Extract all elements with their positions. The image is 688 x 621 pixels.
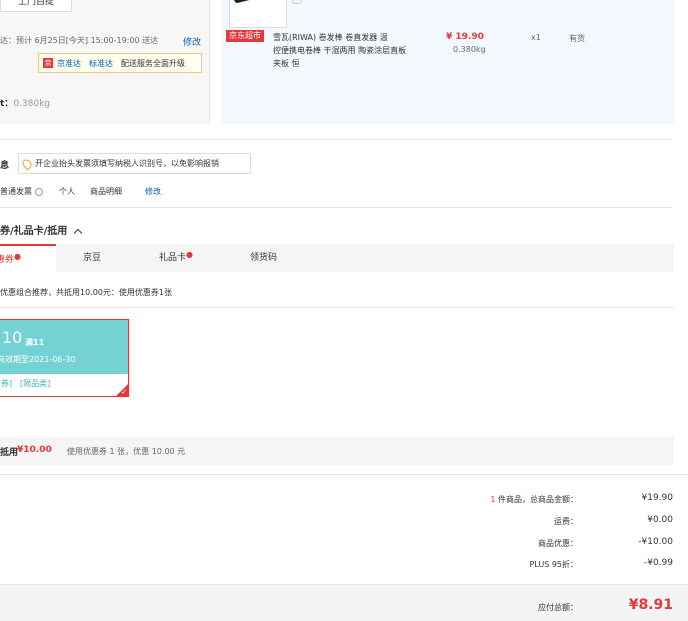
invoice-section-label: 息: [0, 161, 10, 171]
invoice-type-text: 普通发票: [0, 187, 32, 196]
tab-giftcard-label: 礼品卡: [159, 253, 187, 263]
item-count-text: 件商品，总商品金额：: [498, 495, 578, 504]
order-totals: 1 件商品，总商品金额： ¥19.90 运费： ¥0.00 商品优惠： -¥10…: [0, 474, 688, 582]
modify-delivery-link[interactable]: 修改: [183, 35, 201, 48]
freight-label: 运费：: [554, 517, 578, 526]
location-pin-icon: [20, 157, 34, 170]
tab-giftcard-dot: ●: [186, 250, 193, 259]
product-weight: 0.380kg: [453, 45, 486, 54]
item-count: 1 件商品，总商品金额：: [490, 494, 578, 505]
divider: [0, 139, 672, 140]
coupon-condition: 满11: [25, 338, 45, 347]
summary-amount: ¥10.00: [17, 445, 52, 455]
product-price: ¥ 19.90: [446, 32, 484, 42]
tab-coupons[interactable]: 惠券●: [0, 244, 56, 272]
goods-total: ¥19.90: [641, 493, 674, 503]
item-count-num: 1: [490, 495, 496, 504]
weight-label: t：: [0, 99, 14, 109]
total-weight: t：0.380kg: [0, 96, 50, 109]
product-name[interactable]: 雪瓦(RIWA) 卷发棒 卷直发器 温 控便携电卷棒 干湿两用 陶瓷涂层直板夹板…: [273, 31, 413, 70]
invoice-person: 个人: [59, 187, 75, 196]
invoice-tip-text: 开企业抬头发票须填写纳税人识别号，以免影响报销: [35, 159, 219, 168]
tab-pickup-code[interactable]: 领货码: [250, 244, 277, 272]
check-icon: ✓: [121, 388, 127, 396]
jzd-logo-icon: 京: [43, 58, 53, 68]
tab-coupons-dot: ●: [14, 252, 21, 261]
payable-bar: 应付总额： ¥8.91: [0, 584, 688, 621]
coupon-category: [限品类]: [20, 379, 51, 388]
tab-coupons-label: 惠券: [0, 255, 15, 265]
coupon-summary-bar: 抵用 ¥10.00 使用优惠券 1 张，优惠 10.00 元: [0, 437, 674, 465]
payable-amount: ¥8.91: [628, 597, 673, 613]
tab-giftcard[interactable]: 礼品卡●: [159, 244, 193, 272]
product-thumbnail[interactable]: [229, 0, 287, 28]
tab-pickup-code-label: 领货码: [250, 253, 278, 263]
coupon-tabs: 惠券● 京豆 礼品卡● 领货码: [0, 244, 674, 272]
coupon-validity: 有效期至2021-06-30: [0, 355, 76, 364]
tab-jingdou[interactable]: 京豆: [83, 244, 101, 272]
stock-status: 有货: [569, 34, 585, 43]
freight-value: ¥0.00: [647, 515, 673, 525]
discount-value: -¥10.00: [638, 537, 673, 547]
jzd-upgrade-text: 配送服务全面升级: [121, 58, 185, 68]
coupons-section-header[interactable]: 券/礼品卡/抵用: [0, 222, 83, 238]
coupons-title: 券/礼品卡/抵用: [0, 226, 68, 237]
tab-jingdou-label: 京豆: [83, 253, 102, 263]
discount-label: 商品优惠：: [538, 539, 578, 548]
self-pickup-button[interactable]: 上门自提: [0, 0, 72, 12]
coupon-type: 券]: [1, 379, 13, 388]
product-name-line1: 雪瓦(RIWA) 卷发棒 卷直发器 温: [273, 33, 388, 42]
delivery-eta: 达：预计 6月25日[今天] 15:00-19:00 送达: [0, 36, 159, 45]
plus-discount-value: -¥0.99: [643, 558, 673, 568]
product-qty: x1: [531, 33, 541, 42]
summary-detail: 使用优惠券 1 张，优惠 10.00 元: [67, 447, 186, 456]
chevron-up-icon[interactable]: [73, 228, 83, 238]
coupon-card[interactable]: 10 满11 有效期至2021-06-30 券] [限品类] ✓: [0, 319, 129, 397]
plus-discount-label: PLUS 95折：: [529, 560, 578, 569]
modify-invoice-link[interactable]: 修改: [145, 186, 161, 197]
curling-iron-image: [233, 0, 257, 4]
store-tag: 京东超市: [226, 30, 264, 42]
invoice-radio[interactable]: [34, 187, 43, 196]
summary-label: 抵用: [0, 448, 19, 458]
jzd-upgrade-tag: 京 京准达 标准达 配送服务全面升级: [38, 53, 202, 73]
product-name-line2: 控便携电卷棒 干湿两用 陶瓷涂层直板夹板 恒: [273, 46, 407, 68]
divider: [0, 207, 672, 208]
jzd-label: 京准达: [57, 58, 81, 68]
coupon-recommend: 优惠组合推荐，共抵用10.00元：使用优惠券1张: [0, 288, 172, 297]
invoice-detail: 商品明细: [90, 187, 122, 196]
invoice-type: 普通发票: [0, 186, 43, 197]
payable-label: 应付总额：: [538, 603, 578, 612]
coupon-amount: 10: [2, 328, 23, 347]
invoice-tip: 开企业抬头发票须填写纳税人识别号，以免影响报销: [18, 153, 251, 174]
jzd-standard: 标准达: [89, 58, 113, 68]
weight-value: 0.380kg: [13, 99, 51, 109]
gift-icon: [292, 0, 302, 4]
